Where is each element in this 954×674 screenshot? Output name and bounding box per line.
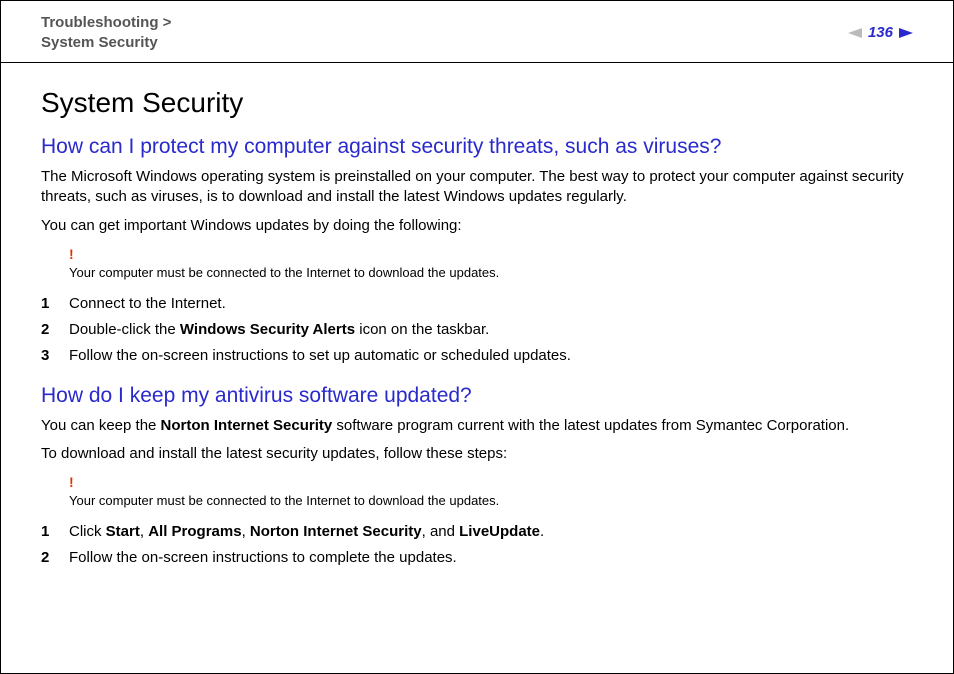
next-page-arrow-icon[interactable] <box>899 28 913 38</box>
step-item: 1 Click Start, All Programs, Norton Inte… <box>41 520 913 544</box>
step-number: 2 <box>41 546 69 570</box>
section-heading: How do I keep my antivirus software upda… <box>41 384 913 408</box>
step-text: Click Start, All Programs, Norton Intern… <box>69 520 544 544</box>
step-number: 1 <box>41 520 69 544</box>
step-text: Follow the on-screen instructions to com… <box>69 546 457 570</box>
page-title: System Security <box>41 87 913 119</box>
breadcrumb-line-1: Troubleshooting > <box>41 13 171 33</box>
page-nav: 136 <box>848 24 913 41</box>
step-text: Connect to the Internet. <box>69 292 226 316</box>
section-protect-computer: How can I protect my computer against se… <box>41 135 913 368</box>
breadcrumb-line-2: System Security <box>41 33 171 53</box>
page-content: System Security How can I protect my com… <box>1 63 953 570</box>
warning-text: Your computer must be connected to the I… <box>69 265 499 280</box>
paragraph: You can keep the Norton Internet Securit… <box>41 416 913 436</box>
step-number: 2 <box>41 318 69 342</box>
section-antivirus-update: How do I keep my antivirus software upda… <box>41 384 913 571</box>
warning-note: ! Your computer must be connected to the… <box>69 474 913 510</box>
page-number: 136 <box>868 24 893 41</box>
step-list: 1 Click Start, All Programs, Norton Inte… <box>41 520 913 570</box>
step-number: 3 <box>41 344 69 368</box>
section-heading: How can I protect my computer against se… <box>41 135 913 159</box>
step-item: 2 Follow the on-screen instructions to c… <box>41 546 913 570</box>
warning-icon: ! <box>69 474 913 490</box>
breadcrumb: Troubleshooting > System Security <box>41 13 171 52</box>
step-item: 1 Connect to the Internet. <box>41 292 913 316</box>
step-number: 1 <box>41 292 69 316</box>
page-header: Troubleshooting > System Security 136 <box>1 1 953 63</box>
step-item: 2 Double-click the Windows Security Aler… <box>41 318 913 342</box>
warning-text: Your computer must be connected to the I… <box>69 493 499 508</box>
warning-icon: ! <box>69 246 913 262</box>
paragraph: You can get important Windows updates by… <box>41 216 913 236</box>
step-text: Follow the on-screen instructions to set… <box>69 344 571 368</box>
step-item: 3 Follow the on-screen instructions to s… <box>41 344 913 368</box>
step-list: 1 Connect to the Internet. 2 Double-clic… <box>41 292 913 368</box>
warning-note: ! Your computer must be connected to the… <box>69 246 913 282</box>
paragraph: To download and install the latest secur… <box>41 444 913 464</box>
step-text: Double-click the Windows Security Alerts… <box>69 318 489 342</box>
prev-page-arrow-icon[interactable] <box>848 28 862 38</box>
paragraph: The Microsoft Windows operating system i… <box>41 167 913 208</box>
